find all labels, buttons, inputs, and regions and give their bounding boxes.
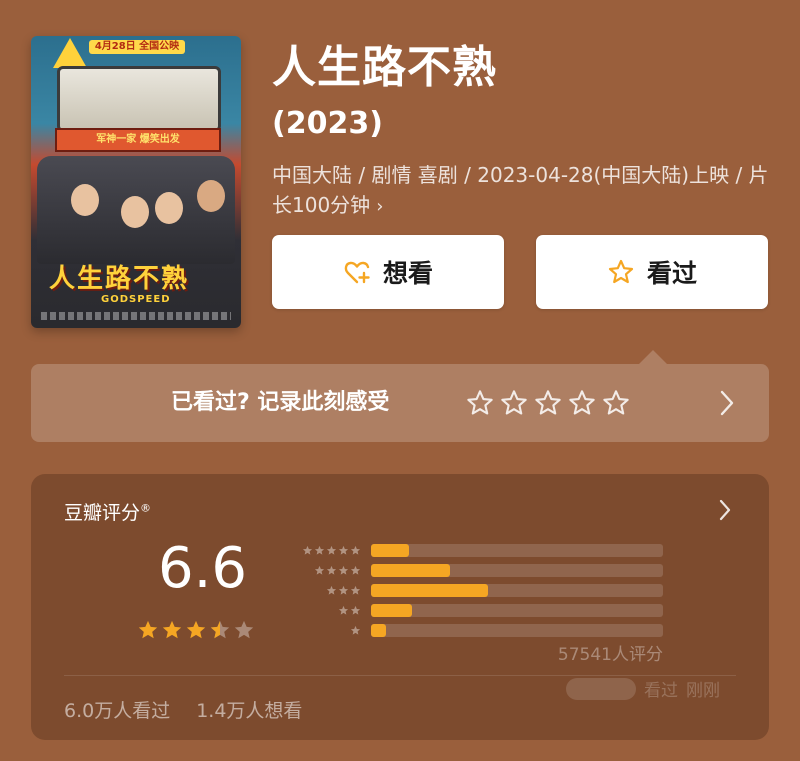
watched-button[interactable]: 看过 — [536, 235, 768, 309]
hazard-sign-icon — [53, 38, 87, 68]
watch-stats: 6.0万人看过 1.4万人想看 — [64, 696, 302, 723]
poster-release-banner: 4月28日 全国公映 — [89, 40, 185, 54]
star-outline-icon[interactable] — [602, 389, 630, 417]
star-half-icon — [210, 620, 230, 639]
distribution-track — [371, 604, 663, 617]
distribution-stars — [281, 625, 361, 636]
poster-face — [121, 196, 149, 228]
poster-car — [37, 156, 235, 264]
chevron-right-icon: › — [376, 196, 384, 217]
star-small-icon — [350, 625, 361, 635]
seen-count: 6.0万人看过 — [64, 700, 171, 722]
star-small-icon — [350, 545, 361, 555]
poster-face — [155, 192, 183, 224]
movie-title: 人生路不熟 — [272, 42, 497, 93]
distribution-bar — [371, 604, 412, 617]
want-to-watch-label: 想看 — [382, 259, 433, 288]
distribution-track — [371, 624, 663, 637]
distribution-bar — [371, 564, 450, 577]
star-outline-icon[interactable] — [534, 389, 562, 417]
distribution-track — [371, 564, 663, 577]
star-small-icon — [314, 545, 325, 555]
movie-meta-text: 中国大陆 / 剧情 喜剧 / 2023-04-28(中国大陆)上映 / 片长10… — [272, 163, 769, 217]
panel-notch — [639, 350, 667, 364]
registered-mark: ® — [140, 501, 152, 515]
distribution-row — [281, 604, 663, 617]
distribution-bar — [371, 544, 409, 557]
distribution-bar — [371, 584, 488, 597]
star-small-icon — [338, 605, 349, 615]
rating-input-stars[interactable] — [466, 389, 630, 417]
distribution-stars — [281, 585, 361, 596]
distribution-row — [281, 624, 663, 637]
star-outline-icon[interactable] — [466, 389, 494, 417]
star-small-icon — [326, 565, 337, 575]
star-small-icon — [350, 565, 361, 575]
want-count: 1.4万人想看 — [196, 700, 303, 722]
movie-poster[interactable]: 4月28日 全国公映 军神一家 爆笑出发 人生路不熟 GODSPEED — [31, 36, 241, 328]
rating-source-text: 豆瓣评分 — [64, 502, 141, 524]
movie-year: (2023) — [272, 106, 383, 141]
star-small-icon — [338, 545, 349, 555]
watermark-suffix: 刚刚 — [686, 681, 720, 701]
distribution-track — [371, 544, 663, 557]
star-outline-icon — [608, 259, 634, 284]
distribution-track — [371, 584, 663, 597]
record-feeling-label: 已看过? 记录此刻感受 — [171, 390, 390, 415]
star-empty-icon — [234, 620, 254, 639]
star-small-icon — [314, 565, 325, 575]
distribution-stars — [281, 565, 361, 576]
watermark: 看过 刚刚 — [566, 676, 720, 701]
want-to-watch-button[interactable]: 想看 — [272, 235, 504, 309]
distribution-stars — [281, 545, 361, 556]
douban-rating-card[interactable]: 豆瓣评分® 6.6 57541人评分 看过 刚刚 6.0万人看过 1.4万人想看 — [31, 474, 769, 740]
movie-meta-link[interactable]: 中国大陆 / 剧情 喜剧 / 2023-04-28(中国大陆)上映 / 片长10… — [272, 160, 772, 222]
star-outline-icon[interactable] — [500, 389, 528, 417]
rating-stars — [137, 619, 255, 641]
star-small-icon — [350, 585, 361, 595]
star-filled-icon — [138, 620, 158, 639]
watermark-avatars — [566, 677, 636, 700]
star-small-icon — [338, 585, 349, 595]
poster-truck-cab — [57, 66, 221, 132]
poster-title-art: 人生路不熟 — [49, 264, 190, 294]
divider — [64, 675, 736, 676]
chevron-right-icon[interactable] — [717, 388, 737, 418]
record-feeling-panel[interactable]: 已看过? 记录此刻感受 — [31, 350, 769, 442]
star-small-icon — [326, 585, 337, 595]
watched-label: 看过 — [646, 259, 697, 288]
poster-face — [197, 180, 225, 212]
chevron-right-icon[interactable] — [717, 498, 733, 522]
heart-plus-icon — [344, 261, 370, 284]
star-small-icon — [350, 605, 361, 615]
watermark-text: 看过 — [644, 681, 678, 701]
distribution-row — [281, 584, 663, 597]
distribution-stars — [281, 605, 361, 616]
distribution-bar — [371, 624, 386, 637]
poster-credits — [41, 312, 231, 320]
star-small-icon — [338, 565, 349, 575]
distribution-row — [281, 544, 663, 557]
rating-source-label: 豆瓣评分® — [64, 498, 151, 525]
poster-strip: 军神一家 爆笑出发 — [55, 128, 221, 152]
poster-face — [71, 184, 99, 216]
poster-subtitle-art: GODSPEED — [101, 294, 171, 305]
star-outline-icon[interactable] — [568, 389, 596, 417]
star-small-icon — [326, 545, 337, 555]
star-filled-icon — [186, 620, 206, 639]
rating-count: 57541人评分 — [557, 645, 663, 665]
distribution-row — [281, 564, 663, 577]
star-small-icon — [302, 545, 313, 555]
rating-score: 6.6 — [158, 536, 248, 601]
star-filled-icon — [162, 620, 182, 639]
